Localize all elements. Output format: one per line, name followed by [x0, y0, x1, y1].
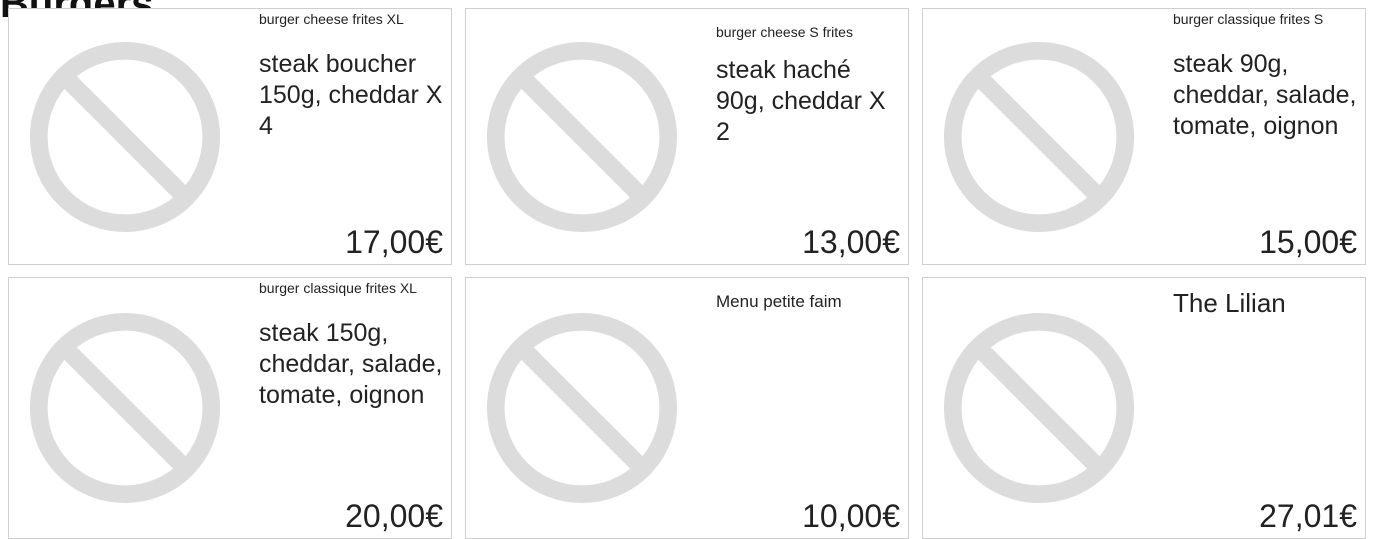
product-name: burger classique frites S — [1173, 11, 1324, 27]
product-description: steak 90g, cheddar, salade, tomate, oign… — [1173, 50, 1357, 140]
product-description: steak 150g, cheddar, salade, tomate, oig… — [259, 319, 443, 409]
product-description: steak haché 90g, cheddar X 2 — [716, 56, 886, 146]
no-image-icon — [484, 310, 680, 506]
product-name: burger classique frites XL — [259, 280, 417, 296]
product-card[interactable]: burger classique frites S steak 90g, che… — [922, 8, 1366, 265]
product-price: 10,00€ — [802, 498, 900, 534]
product-card[interactable]: The Lilian 27,01€ — [922, 277, 1366, 539]
no-image-icon — [27, 310, 223, 506]
no-image-icon — [484, 39, 680, 235]
product-name: Menu petite faim — [716, 292, 842, 311]
no-image-icon — [27, 39, 223, 235]
product-card[interactable]: burger cheese frites XL steak boucher 15… — [8, 8, 452, 265]
product-description: steak boucher 150g, cheddar X 4 — [259, 50, 443, 140]
product-name: burger cheese S frites — [716, 24, 853, 40]
product-price: 20,00€ — [345, 498, 443, 534]
product-card[interactable]: burger classique frites XL steak 150g, c… — [8, 277, 452, 539]
product-card[interactable]: burger cheese S frites steak haché 90g, … — [465, 8, 909, 265]
no-image-icon — [941, 39, 1137, 235]
product-price: 13,00€ — [802, 224, 900, 260]
product-price: 27,01€ — [1259, 498, 1357, 534]
no-image-icon — [941, 310, 1137, 506]
product-name: burger cheese frites XL — [259, 11, 404, 27]
product-price: 15,00€ — [1259, 224, 1357, 260]
product-card[interactable]: Menu petite faim 10,00€ — [465, 277, 909, 539]
product-name: The Lilian — [1173, 288, 1286, 318]
product-price: 17,00€ — [345, 224, 443, 260]
